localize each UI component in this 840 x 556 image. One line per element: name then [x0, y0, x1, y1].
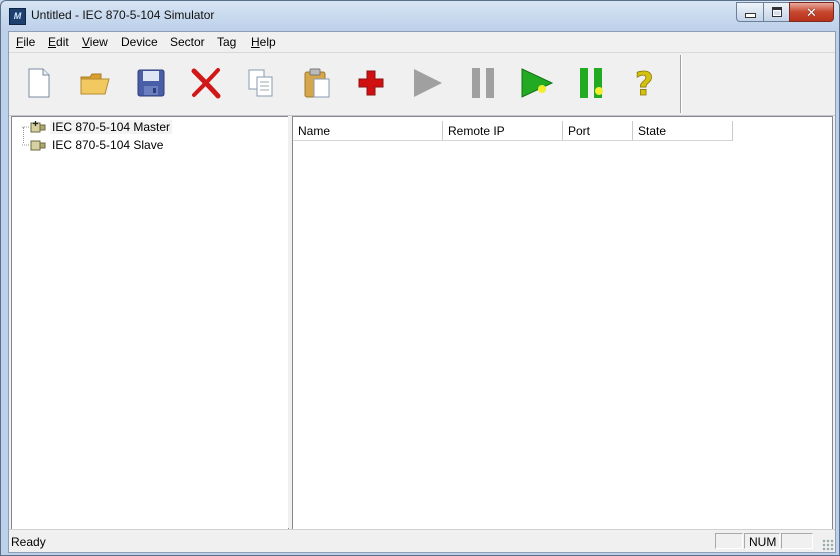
svg-text:?: ? [635, 67, 654, 99]
new-file-icon [28, 68, 50, 98]
minimize-icon [744, 12, 756, 18]
connection-list[interactable]: Name Remote IP Port State [292, 116, 833, 530]
new-button[interactable] [19, 63, 59, 103]
menu-edit[interactable]: Edit [48, 35, 69, 49]
copy-button[interactable] [241, 63, 281, 103]
tree-item-master[interactable]: IEC 870-5-104 Master [22, 119, 173, 135]
menu-tag[interactable]: Tag [217, 35, 236, 49]
toolbar: ? [9, 53, 835, 116]
paste-icon [304, 68, 330, 98]
maximize-button[interactable] [763, 2, 789, 22]
tree-item-slave[interactable]: IEC 870-5-104 Slave [22, 137, 165, 153]
menu-device[interactable]: Device [121, 35, 158, 49]
column-header-state[interactable]: State [633, 121, 733, 141]
paste-button[interactable] [297, 63, 337, 103]
menu-file[interactable]: File [16, 35, 35, 49]
status-indicator-scrl [781, 533, 813, 549]
status-bar: Ready NUM [9, 529, 835, 552]
status-text: Ready [11, 535, 46, 549]
app-icon[interactable]: M [9, 8, 26, 25]
add-plus-icon [358, 70, 384, 96]
title-bar[interactable]: M Untitled - IEC 870-5-104 Simulator ✕ [1, 1, 839, 31]
master-device-icon [22, 121, 46, 133]
delete-x-icon [191, 68, 221, 99]
column-header-remote-ip[interactable]: Remote IP [443, 121, 563, 141]
close-button[interactable]: ✕ [789, 2, 834, 22]
toolbar-separator [680, 55, 682, 113]
status-indicator-caps [715, 533, 743, 549]
run-button[interactable] [407, 63, 447, 103]
close-icon: ✕ [806, 4, 817, 20]
pause-all-button[interactable] [572, 63, 612, 103]
column-header-name[interactable]: Name [293, 121, 443, 141]
minimize-button[interactable] [736, 2, 763, 22]
delete-button[interactable] [186, 63, 226, 103]
client-area: File Edit View Device Sector Tag Help ? … [8, 31, 836, 553]
save-disk-icon [137, 69, 165, 97]
pause-icon [472, 68, 494, 98]
tree-item-label: IEC 870-5-104 Master [50, 120, 173, 134]
save-button[interactable] [131, 63, 171, 103]
add-button[interactable] [351, 63, 391, 103]
menu-help[interactable]: Help [251, 35, 276, 49]
help-button[interactable]: ? [626, 63, 666, 103]
run-icon [414, 69, 442, 97]
run-all-icon [521, 68, 554, 98]
list-header: Name Remote IP Port State [293, 121, 733, 141]
tree-item-label: IEC 870-5-104 Slave [52, 138, 164, 152]
pause-all-icon [580, 68, 603, 98]
status-indicator-num: NUM [744, 533, 780, 549]
slave-device-icon [22, 140, 46, 151]
menu-bar: File Edit View Device Sector Tag Help [9, 32, 835, 53]
menu-view[interactable]: View [82, 35, 108, 49]
app-window: M Untitled - IEC 870-5-104 Simulator ✕ F… [0, 0, 840, 556]
pane-splitter[interactable] [288, 116, 291, 528]
column-header-port[interactable]: Port [563, 121, 633, 141]
run-all-button[interactable] [517, 63, 557, 103]
window-title: Untitled - IEC 870-5-104 Simulator [31, 8, 215, 22]
menu-sector[interactable]: Sector [170, 35, 205, 49]
maximize-icon [771, 7, 782, 17]
device-tree[interactable]: IEC 870-5-104 Master IEC 870-5-104 Slave [11, 116, 289, 530]
resize-grip[interactable] [822, 539, 834, 551]
pause-button[interactable] [463, 63, 503, 103]
open-folder-icon [80, 73, 110, 95]
caption-buttons: ✕ [736, 2, 834, 22]
open-button[interactable] [75, 63, 115, 103]
copy-icon [248, 69, 273, 97]
help-question-icon: ? [635, 67, 654, 99]
